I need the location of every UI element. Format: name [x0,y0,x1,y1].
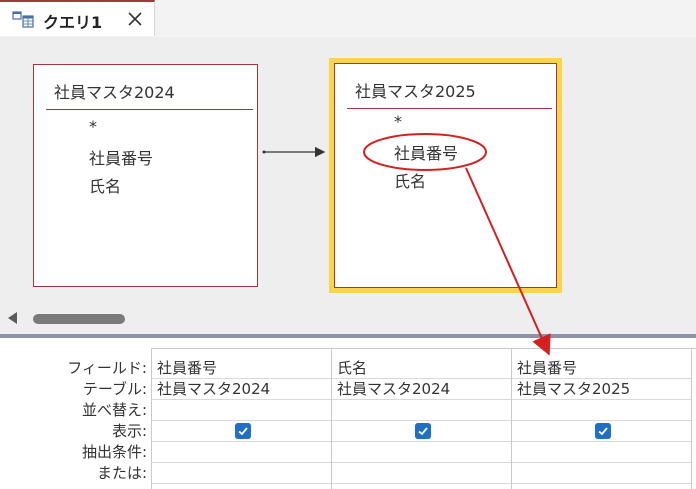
grid-cell-table[interactable]: 社員マスタ2024 [152,379,331,400]
grid-cell-criteria[interactable] [332,442,511,463]
row-label-sort: 並べ替え: [81,401,147,419]
field-employee-number[interactable]: 社員番号 [89,145,153,169]
row-label-show: 表示: [111,422,147,440]
table-list-2025[interactable]: 社員マスタ2025 * 社員番号 氏名 [329,58,562,293]
grid-cell-table[interactable]: 社員マスタ2025 [512,379,691,400]
grid-row-labels: フィールド: テーブル: 並べ替え: 表示: 抽出条件: または: [0,338,147,489]
close-icon[interactable] [124,8,146,30]
grid-column[interactable]: 社員番号 社員マスタ2024 [152,349,332,489]
field-employee-number[interactable]: 社員番号 [394,140,458,164]
table-list-frame: 社員マスタ2025 * 社員番号 氏名 [334,63,557,288]
grid-cell-criteria[interactable] [152,442,331,463]
grid-column[interactable]: 氏名 社員マスタ2024 [332,349,512,489]
row-label-table: テーブル: [82,380,147,398]
table-title-divider [347,108,552,109]
table-title: 社員マスタ2024 [54,83,175,102]
table-design-pane: 社員マスタ2024 * 社員番号 氏名 社員マスタ2025 * 社員番号 氏名 [0,37,696,304]
grid-cell-sort[interactable] [332,400,511,421]
grid-cell-show [152,421,331,442]
row-label-field: フィールド: [67,359,147,377]
show-checkbox[interactable] [235,423,251,439]
field-all[interactable]: * [89,117,97,136]
scroll-thumb[interactable] [33,314,125,324]
field-name[interactable]: 氏名 [394,168,426,192]
document-tab-bar: クエリ1 [0,0,696,38]
grid-cell-show [332,421,511,442]
query-grid: 社員番号 社員マスタ2024 氏名 社員マスタ2024 社員番号 社員マスタ20… [151,348,696,489]
design-horizontal-scrollbar[interactable] [0,304,696,334]
table-title: 社員マスタ2025 [355,82,476,101]
grid-cell-show [512,421,691,442]
access-query-window: クエリ1 社員マスタ2024 * 社員番号 氏名 社員マスタ2025 * 社員番… [0,0,696,489]
grid-cell-sort[interactable] [152,400,331,421]
grid-cell-table[interactable]: 社員マスタ2024 [332,379,511,400]
show-checkbox[interactable] [595,423,611,439]
query-design-grid-pane: フィールド: テーブル: 並べ替え: 表示: 抽出条件: または: 社員番号 社… [0,338,696,489]
grid-cell-field[interactable]: 社員番号 [152,358,331,379]
grid-cell-field[interactable]: 氏名 [332,358,511,379]
table-list-2024[interactable]: 社員マスタ2024 * 社員番号 氏名 [33,64,258,287]
grid-column[interactable]: 社員番号 社員マスタ2025 [512,349,692,489]
grid-cell-field[interactable]: 社員番号 [512,358,691,379]
table-title-divider [46,109,253,110]
grid-cell-sort[interactable] [512,400,691,421]
show-checkbox[interactable] [415,423,431,439]
grid-cell-or[interactable] [512,463,691,484]
tab-title: クエリ1 [43,13,103,32]
grid-cell-or[interactable] [332,463,511,484]
row-label-criteria: 抽出条件: [81,443,147,461]
row-label-or: または: [96,464,147,482]
grid-cell-criteria[interactable] [512,442,691,463]
tab-query1[interactable]: クエリ1 [0,0,155,36]
query-icon [12,11,34,28]
field-all[interactable]: * [394,112,402,131]
grid-cell-or[interactable] [152,463,331,484]
field-name[interactable]: 氏名 [89,173,121,197]
scroll-left-arrow-icon[interactable] [8,312,17,324]
